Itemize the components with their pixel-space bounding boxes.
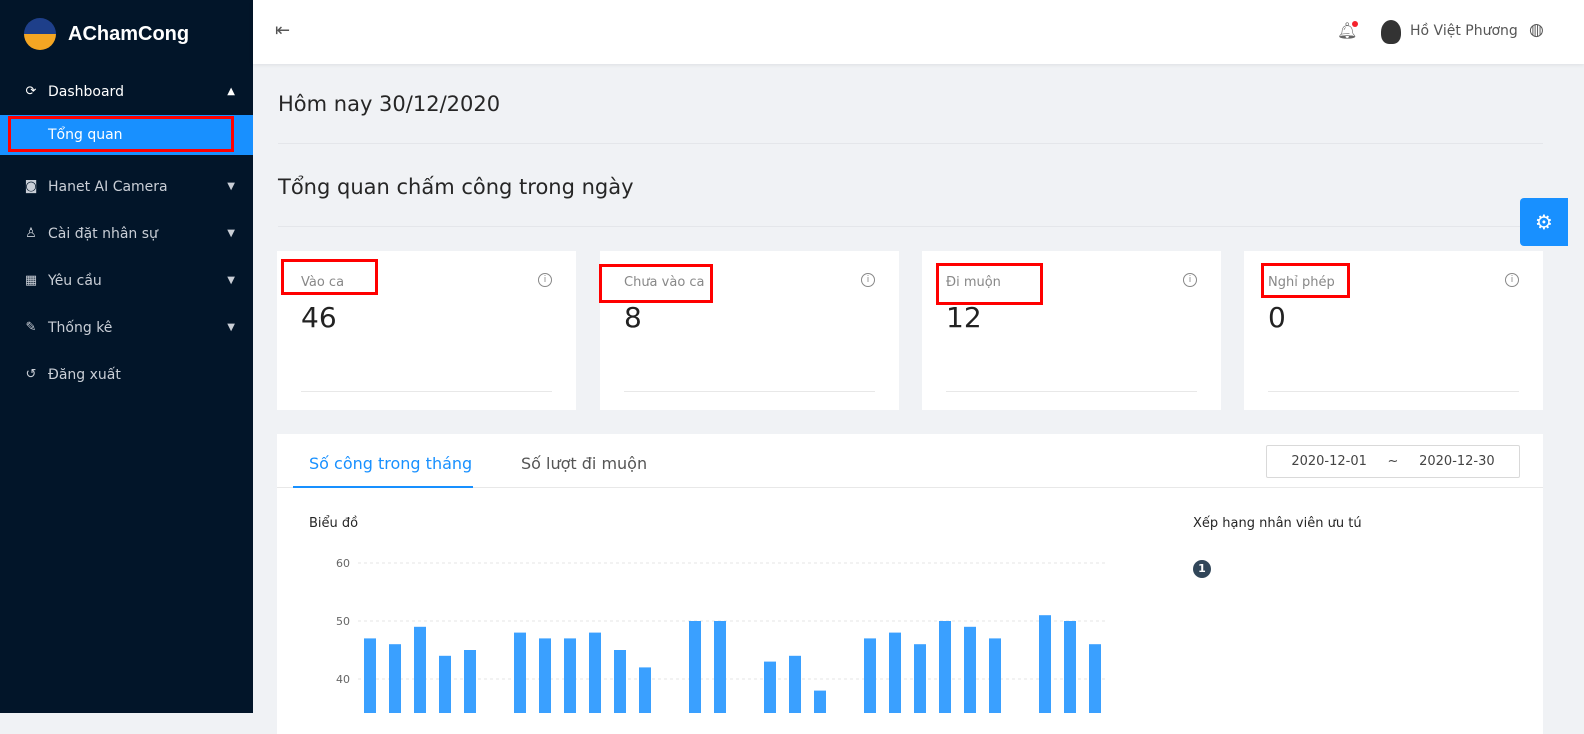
bar-day-3[interactable] — [414, 626, 426, 713]
bar-day-7[interactable] — [514, 632, 526, 713]
bar-chart: 60 50 40 — [336, 557, 1106, 713]
bar-day-29[interactable] — [1064, 621, 1076, 713]
bar-day-1[interactable] — [364, 638, 376, 713]
y-tick-label: 40 — [336, 673, 350, 686]
bar-day-12[interactable] — [639, 667, 651, 713]
bar-day-30[interactable] — [1089, 644, 1101, 713]
bar-day-15[interactable] — [714, 621, 726, 713]
bar-day-17[interactable] — [764, 661, 776, 713]
bar-day-8[interactable] — [539, 638, 551, 713]
bar-day-4[interactable] — [439, 655, 451, 713]
y-tick-label: 60 — [336, 557, 350, 570]
bar-day-26[interactable] — [989, 638, 1001, 713]
bar-day-25[interactable] — [964, 626, 976, 713]
bar-day-28[interactable] — [1039, 615, 1051, 713]
bar-day-9[interactable] — [564, 638, 576, 713]
bar-day-22[interactable] — [889, 632, 901, 713]
y-tick-label: 50 — [336, 615, 350, 628]
bar-day-2[interactable] — [389, 644, 401, 713]
bar-day-23[interactable] — [914, 644, 926, 713]
bar-day-11[interactable] — [614, 650, 626, 713]
bar-day-19[interactable] — [814, 690, 826, 713]
bar-day-14[interactable] — [689, 621, 701, 713]
bar-day-24[interactable] — [939, 621, 951, 713]
bar-day-5[interactable] — [464, 650, 476, 713]
bar-day-18[interactable] — [789, 655, 801, 713]
bar-day-21[interactable] — [864, 638, 876, 713]
bar-day-10[interactable] — [589, 632, 601, 713]
